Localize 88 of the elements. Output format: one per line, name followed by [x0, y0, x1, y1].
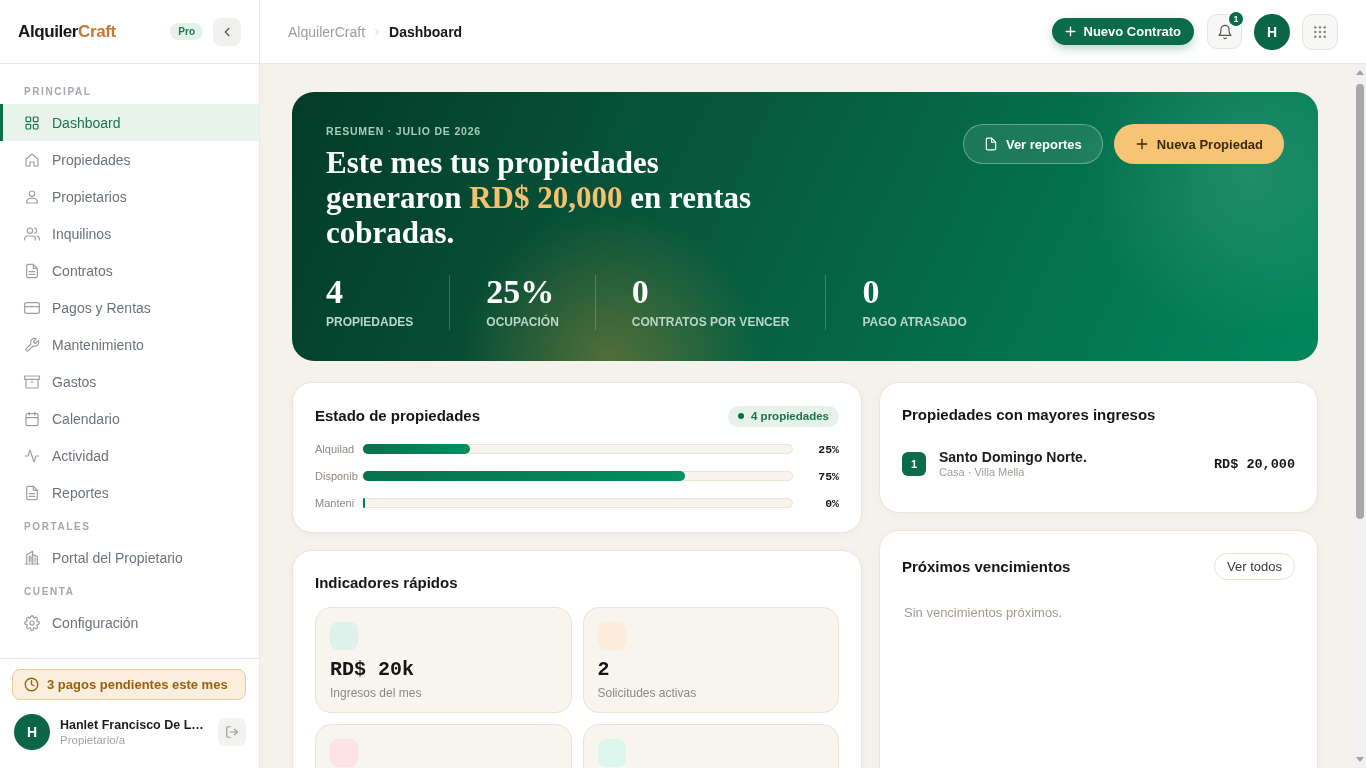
card-title: Estado de propiedades	[315, 406, 481, 426]
card-icon	[24, 299, 40, 316]
settings-icon	[24, 614, 40, 631]
status-dot-icon	[738, 413, 745, 419]
badge-label: 4 propiedades	[751, 410, 829, 422]
hero-headline: Este mes tus propiedades generaron RD$ 20,000 en rentas cobradas.	[326, 145, 753, 250]
stat-value: 0	[862, 275, 881, 309]
alert-text: 3 pagos pendientes este mes	[47, 677, 228, 692]
building-icon	[24, 549, 40, 566]
percent-label: 75%	[818, 469, 839, 483]
notification-badge: 1	[1227, 10, 1245, 28]
view-all-button[interactable]: Ver todos	[1214, 553, 1295, 580]
stat-label: OCUPACIÓN	[486, 314, 559, 330]
people-icon	[24, 225, 40, 242]
user-avatar: H	[14, 714, 50, 750]
nav-item[interactable]: Contratos	[0, 252, 259, 289]
section-label: PRINCIPAL	[23, 86, 93, 98]
stat-value: 0	[631, 275, 650, 309]
stat-label: PAGO ATRASADO	[862, 314, 967, 330]
primary-button[interactable]: Nueva Propiedad	[1113, 124, 1284, 164]
nav-item[interactable]: Inquilinos	[0, 215, 259, 252]
nav-item[interactable]: Dashboard	[0, 104, 259, 141]
nav-item[interactable]: Propietarios	[0, 178, 259, 215]
wrench-icon	[24, 336, 40, 353]
status-label: Disponib	[315, 470, 359, 482]
indicator-value: RD$ 20k	[330, 658, 415, 682]
bell-icon	[1216, 23, 1233, 40]
stat-label: PROPIEDADES	[326, 314, 414, 330]
section-label: CUENTA	[23, 586, 76, 598]
percent-label: 0%	[824, 496, 839, 510]
empty-state-text: Sin vencimientos próximos.	[903, 604, 1064, 622]
apps-button[interactable]	[1302, 13, 1338, 50]
archive-box-icon	[24, 373, 40, 390]
nav-item[interactable]: Mantenimiento	[0, 326, 259, 363]
user-name: Hanlet Francisco De L…	[60, 716, 205, 733]
card-title: Indicadores rápidos	[315, 573, 459, 593]
status-label: Alquilad	[315, 443, 356, 455]
scroll-down-icon[interactable]	[1356, 757, 1364, 762]
nav-item[interactable]: Portal del Propietario	[0, 539, 259, 576]
nav-item[interactable]: Propiedades	[0, 141, 259, 178]
plus-icon	[1063, 25, 1077, 38]
income-amount: RD$ 20,000	[1214, 456, 1295, 472]
file-icon	[983, 137, 998, 151]
logout-icon	[225, 725, 239, 739]
nav-item[interactable]: Configuración	[0, 604, 259, 641]
user-role: Propietario/a	[60, 732, 127, 748]
house-icon	[24, 151, 40, 168]
user-avatar[interactable]: H	[1254, 13, 1290, 50]
clock-icon	[24, 677, 39, 692]
new-contract-button[interactable]: Nuevo Contrato	[1051, 18, 1194, 45]
pulse-icon	[24, 447, 40, 464]
document-icon	[24, 262, 40, 279]
nav-item[interactable]: Actividad	[0, 437, 259, 474]
stat-value: 25%	[486, 275, 556, 309]
property-detail: Casa · Villa Mella	[939, 465, 1026, 479]
rank-badge: 1	[902, 452, 926, 476]
scroll-up-icon[interactable]	[1356, 70, 1364, 75]
document-icon	[24, 484, 40, 501]
breadcrumb-link[interactable]: AlquilerCraft	[288, 23, 366, 40]
plus-icon	[1134, 137, 1149, 151]
secondary-button[interactable]: Ver reportes	[962, 124, 1103, 164]
section-label: PORTALES	[23, 521, 92, 533]
nav-item[interactable]: Calendario	[0, 400, 259, 437]
nav-item[interactable]: Pagos y Rentas	[0, 289, 259, 326]
notifications-button[interactable]: 1	[1207, 14, 1242, 49]
plan-badge: Pro	[170, 23, 203, 40]
scrollbar-thumb[interactable]	[1356, 84, 1364, 519]
card-title: Propiedades con mayores ingresos	[902, 405, 1157, 425]
indicator-label: Solicitudes activas	[597, 685, 698, 701]
stat-label: CONTRATOS POR VENCER	[631, 314, 790, 330]
stat-value: 4	[326, 275, 344, 309]
brand-logo: AlquilerCraft	[18, 21, 116, 42]
dots-grid-icon	[1313, 24, 1327, 39]
breadcrumb-current: Dashboard	[389, 23, 463, 40]
percent-label: 25%	[818, 442, 839, 456]
nav-item[interactable]: Gastos	[0, 363, 259, 400]
eyebrow-text: RESUMEN · JULIO DE 2026	[326, 124, 482, 138]
person-icon	[24, 188, 40, 205]
status-label: Manteni	[315, 497, 356, 509]
indicator-value: 2	[597, 658, 611, 682]
indicator-label: Ingresos del mes	[330, 685, 423, 701]
logout-button[interactable]	[218, 718, 246, 746]
collapse-button[interactable]	[213, 17, 241, 46]
property-name: Santo Domingo Norte.	[939, 449, 1088, 465]
card-title: Próximos vencimientos	[902, 556, 1071, 577]
nav-item[interactable]: Reportes	[0, 474, 259, 511]
calendar-icon	[24, 410, 40, 427]
grid-icon	[24, 114, 40, 131]
